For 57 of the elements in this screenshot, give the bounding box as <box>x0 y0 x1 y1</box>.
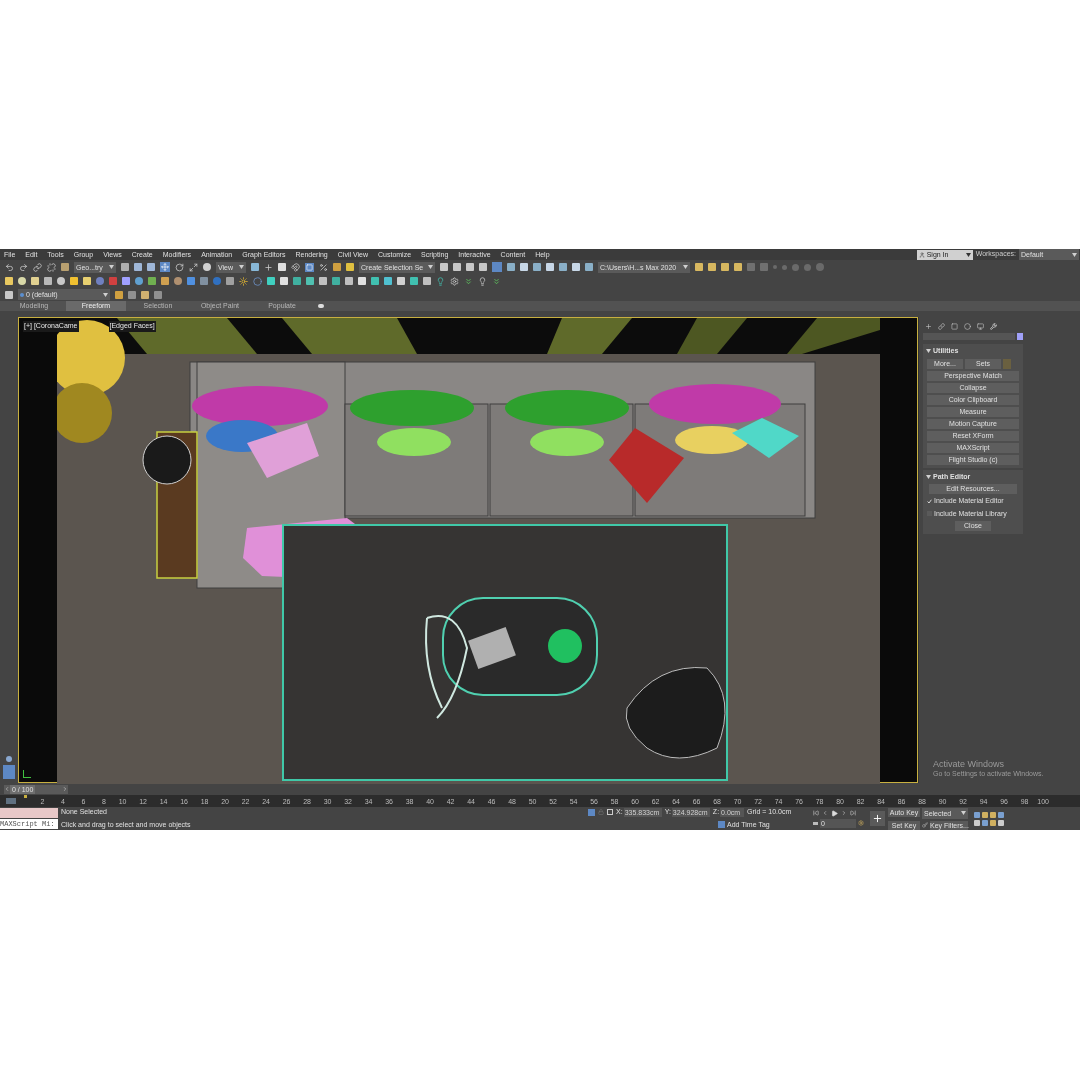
check-icon <box>927 498 932 504</box>
time-marker[interactable] <box>24 795 27 798</box>
axis-icon <box>23 770 31 778</box>
go-to-start-icon[interactable] <box>813 810 819 816</box>
caret-icon <box>965 252 971 257</box>
collapse-icon <box>926 349 931 354</box>
vase-drawing <box>548 629 582 663</box>
percent-snap-icon[interactable] <box>319 262 328 272</box>
play-icon[interactable] <box>831 809 838 817</box>
previous-frame-icon[interactable] <box>822 810 828 816</box>
redo-icon[interactable] <box>19 262 28 272</box>
undo-icon[interactable] <box>5 262 14 272</box>
listener-field[interactable] <box>0 808 58 818</box>
collapse-icon <box>926 474 931 479</box>
activation-title: Activate Windows <box>933 759 1006 770</box>
caret-icon <box>961 811 966 815</box>
time-configuration-icon[interactable] <box>858 820 864 826</box>
eye-icon[interactable] <box>318 304 324 308</box>
chevrons-icon[interactable] <box>492 276 501 286</box>
scale-icon[interactable] <box>189 262 198 272</box>
motion-icon[interactable] <box>964 322 971 330</box>
utilities-icon[interactable] <box>990 322 997 330</box>
next-icon[interactable] <box>62 786 68 792</box>
link-icon[interactable] <box>33 262 42 272</box>
sun-icon[interactable] <box>239 276 248 286</box>
angle-snap-button[interactable] <box>305 262 314 272</box>
chevrons-icon[interactable] <box>464 276 473 286</box>
next-frame-icon[interactable] <box>841 810 847 816</box>
display-icon[interactable] <box>977 322 984 330</box>
bulb-icon[interactable] <box>478 276 487 286</box>
caret-icon <box>109 265 114 269</box>
settings-icon[interactable] <box>450 276 459 286</box>
caret-icon <box>683 265 688 269</box>
rotate-icon[interactable] <box>175 262 184 272</box>
previous-icon[interactable] <box>4 786 10 792</box>
caret-icon <box>103 292 108 297</box>
move-button[interactable] <box>160 262 170 272</box>
lamp-drawing <box>142 435 192 485</box>
light-icon[interactable] <box>436 276 445 286</box>
snap-icon[interactable] <box>291 262 300 272</box>
key-icon[interactable] <box>922 822 928 828</box>
isolate-button[interactable] <box>588 808 595 816</box>
modify-icon[interactable] <box>938 322 945 330</box>
checkbox[interactable] <box>927 498 932 504</box>
user-icon <box>918 251 925 258</box>
sphere-icon[interactable] <box>253 276 262 286</box>
color-swatch[interactable] <box>1017 333 1023 340</box>
caret-icon <box>428 265 433 269</box>
hierarchy-icon[interactable] <box>951 322 958 330</box>
go-to-end-icon[interactable] <box>850 810 856 816</box>
caret-icon <box>239 265 244 269</box>
caret-icon <box>1072 252 1077 257</box>
pillow-drawing <box>732 418 799 458</box>
set-key-button[interactable] <box>870 811 885 826</box>
unlink-icon[interactable] <box>47 262 56 272</box>
create-icon[interactable] <box>925 322 932 330</box>
crosshair-icon[interactable] <box>264 262 273 272</box>
